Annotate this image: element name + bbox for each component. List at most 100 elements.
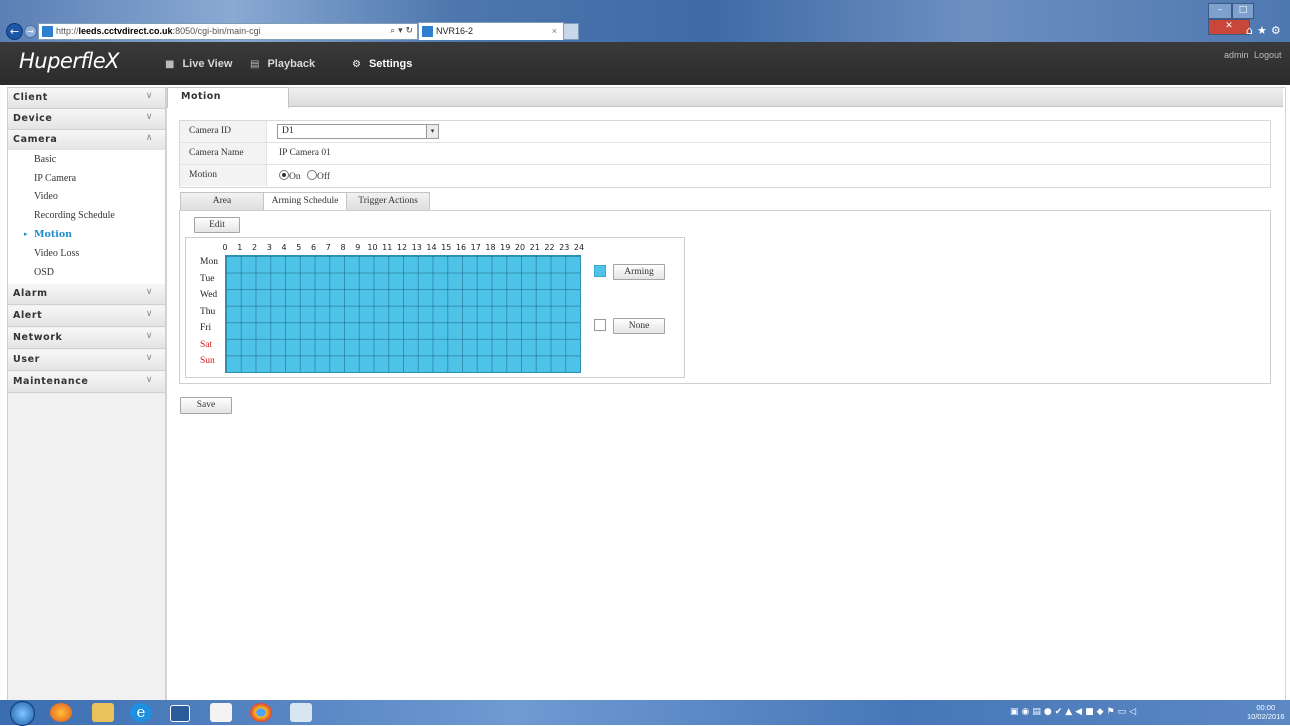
chrome-icon[interactable]: [250, 703, 272, 722]
camera-submenu: Basic IP Camera Video Recording Schedule…: [8, 150, 165, 284]
day-label: Thu: [200, 306, 216, 317]
site-favicon-icon: [42, 26, 53, 37]
motion-on-radio[interactable]: [279, 170, 289, 180]
sidebar-section-maintenance[interactable]: Maintenance ∨: [8, 372, 165, 393]
day-label: Mon: [200, 257, 218, 267]
hour-label: 18: [485, 243, 496, 252]
camera-name-value: IP Camera 01: [279, 148, 331, 158]
tab-close-icon[interactable]: ×: [552, 23, 557, 40]
forward-button[interactable]: →: [24, 25, 37, 38]
chevron-down-icon[interactable]: ▾: [426, 125, 438, 138]
minimize-button[interactable]: –: [1208, 3, 1232, 19]
motion-on-label[interactable]: On: [289, 172, 301, 182]
media-player-icon[interactable]: [170, 705, 190, 722]
hour-label: 10: [367, 243, 378, 252]
none-button[interactable]: None: [613, 318, 665, 334]
nav-playback-label: Playback: [267, 58, 316, 70]
motion-off-radio[interactable]: [307, 170, 317, 180]
sidebar-item-video[interactable]: Video: [34, 191, 58, 202]
hour-label: 6: [310, 243, 317, 252]
clock-time: 00:00: [1256, 703, 1276, 712]
hour-label: 24: [573, 243, 585, 252]
home-favorites-settings-icons[interactable]: ⌂★⚙: [1246, 24, 1285, 37]
start-button-icon[interactable]: [10, 701, 35, 726]
sidebar-section-label: Alarm: [13, 288, 48, 299]
edit-button[interactable]: Edit: [194, 217, 240, 233]
sidebar-item-video-loss[interactable]: Video Loss: [34, 248, 79, 259]
day-label: Wed: [200, 290, 218, 301]
camera-id-select[interactable]: D1 ▾: [277, 124, 439, 139]
arming-swatch: [594, 265, 606, 277]
subtab-trigger-actions[interactable]: Trigger Actions: [346, 192, 430, 210]
sidebar-section-label: Maintenance: [13, 376, 89, 387]
window-controls: – □✕: [1208, 3, 1290, 35]
chevron-down-icon: ∨: [145, 309, 153, 319]
sidebar-item-recording-schedule[interactable]: Recording Schedule: [34, 210, 115, 221]
hour-label: 9: [355, 243, 361, 252]
address-bar[interactable]: http://leeds.cctvdirect.co.uk:8050/cgi-b…: [38, 23, 418, 40]
maximize-button[interactable]: □: [1232, 3, 1254, 19]
hour-label: 12: [396, 243, 408, 252]
nav-settings-label: Settings: [368, 58, 413, 70]
sidebar-section-network[interactable]: Network ∨: [8, 328, 165, 349]
current-user: admin: [1224, 50, 1249, 60]
chevron-down-icon: ∨: [145, 112, 153, 122]
hour-label: 15: [441, 243, 452, 252]
motion-off-label[interactable]: Off: [317, 172, 330, 182]
browser-tab-active[interactable]: NVR16-2 ×: [418, 22, 564, 40]
settings-sidebar: Client ∨ Device ∨ Camera ∧ Basic IP Camera …: [7, 87, 166, 701]
subtab-area[interactable]: Area: [180, 192, 264, 210]
day-label: Sat: [200, 339, 213, 350]
camera-name-label: Camera Name: [189, 148, 244, 158]
day-label: Tue: [200, 273, 215, 284]
tab-title: NVR16-2: [436, 26, 474, 36]
firefox-icon[interactable]: [50, 703, 72, 722]
nav-playback[interactable]: ▤ Playback: [250, 58, 315, 70]
clock-date: 10/02/2016: [1247, 712, 1285, 721]
file-explorer-icon[interactable]: [92, 703, 114, 722]
internet-explorer-icon[interactable]: e: [130, 703, 152, 722]
sidebar-section-client[interactable]: Client ∨: [8, 88, 165, 109]
chevron-down-icon: ∨: [145, 287, 153, 297]
sidebar-section-device[interactable]: Device ∨: [8, 109, 165, 130]
arming-button[interactable]: Arming: [613, 264, 665, 280]
chevron-down-icon: ∨: [145, 375, 153, 385]
active-arrow-icon: ▸: [24, 230, 28, 238]
system-tray-icons[interactable]: ▣◉▤●✔▲◀■◆⚑▭◁: [1010, 707, 1139, 717]
logout-link[interactable]: Logout: [1254, 50, 1282, 60]
sidebar-section-label: Network: [13, 332, 63, 343]
clock[interactable]: 00:00 10/02/2016: [1247, 703, 1285, 721]
hour-label: 8: [340, 243, 346, 252]
sidebar-item-basic[interactable]: Basic: [34, 154, 56, 165]
save-button[interactable]: Save: [180, 397, 232, 414]
sidebar-section-alarm[interactable]: Alarm ∨: [8, 284, 165, 305]
hour-label: 14: [426, 243, 437, 252]
hour-label: 17: [470, 243, 481, 252]
hour-label: 23: [559, 243, 570, 252]
monitor-icon: ■: [165, 59, 175, 70]
sidebar-section-alert[interactable]: Alert ∨: [8, 306, 165, 327]
day-label: Sun: [200, 356, 215, 367]
subtab-arming-schedule[interactable]: Arming Schedule: [263, 192, 347, 211]
sidebar-item-osd[interactable]: OSD: [34, 267, 54, 278]
schedule-grid[interactable]: [225, 255, 581, 373]
document-app-icon[interactable]: [290, 703, 312, 722]
hour-label: 4: [281, 243, 287, 252]
app-icon[interactable]: [210, 703, 232, 722]
hour-label: 13: [411, 243, 422, 252]
close-window-button[interactable]: ✕: [1208, 19, 1250, 35]
sidebar-section-camera[interactable]: Camera ∧: [8, 130, 165, 151]
sidebar-item-motion[interactable]: Motion: [34, 229, 72, 240]
address-controls[interactable]: ⌕ ▾ ↻: [386, 24, 417, 39]
gear-icon: ⚙: [352, 59, 361, 70]
nav-live-view[interactable]: ■ Live View: [165, 58, 232, 70]
camera-id-label: Camera ID: [189, 126, 231, 136]
new-tab-button[interactable]: [563, 23, 579, 40]
logo-text: Huperfle: [19, 49, 106, 73]
sidebar-item-ip-camera[interactable]: IP Camera: [34, 173, 76, 184]
back-button[interactable]: ←: [6, 23, 23, 40]
sidebar-section-label: Camera: [13, 134, 58, 145]
row-motion: Motion On Off: [180, 165, 1270, 186]
nav-settings[interactable]: ⚙ Settings: [352, 58, 412, 70]
sidebar-section-user[interactable]: User ∨: [8, 350, 165, 371]
